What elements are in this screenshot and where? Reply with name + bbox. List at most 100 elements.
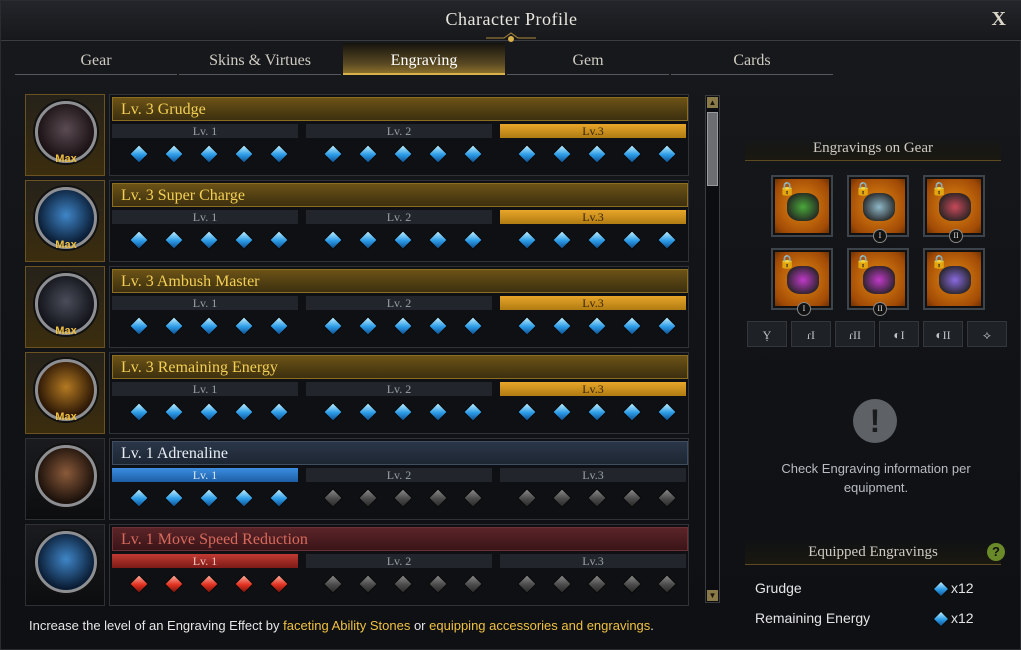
ring-1-icon[interactable]: ◐I: [879, 321, 919, 347]
tab-engraving[interactable]: Engraving: [343, 43, 505, 75]
engraving-node-icon: [358, 316, 378, 336]
engraving-node-icon: [323, 316, 343, 336]
accessory-icon: [939, 266, 971, 294]
info-icon: !: [853, 399, 897, 443]
ability-stone-icon[interactable]: ⟡: [967, 321, 1007, 347]
engraving-row[interactable]: Lv. 1 Adrenaline Lv. 1 Lv. 2 Lv.3: [25, 438, 693, 520]
level-bar: Lv. 1: [112, 468, 298, 482]
engraving-panel: Lv. 3 Ambush Master Lv. 1 Lv. 2 Lv.3: [109, 266, 689, 348]
engraving-node-icon: [552, 574, 572, 594]
engraving-node-icon: [129, 488, 149, 508]
engraving-node-icon: [358, 230, 378, 250]
level-bar: Lv. 2: [306, 210, 492, 224]
engraving-node-icon: [234, 488, 254, 508]
engraving-name: Lv. 3 Grudge: [112, 97, 688, 121]
engraving-node-icon: [323, 402, 343, 422]
necklace-icon[interactable]: Ỵ: [747, 321, 787, 347]
engraving-panel: Lv. 1 Adrenaline Lv. 1 Lv. 2 Lv.3: [109, 438, 689, 520]
engraving-name: Lv. 1 Adrenaline: [112, 441, 688, 465]
engraving-node-icon: [517, 316, 537, 336]
engraving-icon-frame: Max: [25, 352, 105, 434]
ring-1-slot[interactable]: 🔒 I: [771, 248, 833, 316]
engraving-node-icon: [234, 230, 254, 250]
max-label: Max: [55, 239, 77, 251]
ring-2-slot[interactable]: 🔒 II: [847, 248, 909, 316]
help-button[interactable]: ?: [987, 543, 1005, 561]
engraving-node-icon: [657, 488, 677, 508]
engraving-name: Lv. 3 Remaining Energy: [112, 355, 688, 379]
equipped-name-remaining-energy: Remaining Energy: [755, 610, 871, 626]
close-button[interactable]: X: [992, 8, 1006, 31]
earring-1-slot[interactable]: 🔒 I: [847, 175, 909, 243]
engraving-node-icon: [428, 488, 448, 508]
engraving-node-icon: [587, 230, 607, 250]
engraving-node-icon: [463, 574, 483, 594]
engraving-node-icon: [517, 488, 537, 508]
slot-index: II: [873, 302, 887, 316]
engraving-panel: Lv. 3 Remaining Energy Lv. 1 Lv. 2 Lv.3: [109, 352, 689, 434]
scroll-up-icon[interactable]: ▲: [707, 97, 718, 108]
engraving-node-icon: [269, 316, 289, 336]
scroll-down-icon[interactable]: ▼: [707, 590, 718, 601]
engraving-node-icon: [587, 488, 607, 508]
earring-2-slot[interactable]: 🔒 II: [923, 175, 985, 243]
info-text: Check Engraving information per equipmen…: [781, 461, 971, 495]
ability-stone-slot[interactable]: 🔒: [923, 248, 985, 310]
engraving-node-icon: [428, 574, 448, 594]
engraving-node-icon: [428, 402, 448, 422]
tab-cards[interactable]: Cards: [671, 43, 833, 75]
engraving-node-icon: [129, 574, 149, 594]
engraving-node-icon: [393, 402, 413, 422]
earring-1-icon[interactable]: ɾI: [791, 321, 831, 347]
engraving-row[interactable]: Lv. 1 Move Speed Reduction Lv. 1 Lv. 2 Lv.3: [25, 524, 693, 606]
engraving-row[interactable]: Max Lv. 3 Grudge Lv. 1 Lv. 2 Lv.3: [25, 94, 693, 176]
engraving-node-icon: [164, 144, 184, 164]
engraving-node-icon: [517, 402, 537, 422]
earring-2-icon[interactable]: ɾII: [835, 321, 875, 347]
engraving-row[interactable]: Max Lv. 3 Remaining Energy Lv. 1 Lv. 2 Lv.3: [25, 352, 693, 434]
accessory-icon: [787, 266, 819, 294]
necklace-slot[interactable]: 🔒: [771, 175, 833, 237]
engraving-node-icon: [234, 144, 254, 164]
engraving-node-icon: [234, 574, 254, 594]
engraving-node-icon: [587, 316, 607, 336]
engraving-node-icon: [622, 574, 642, 594]
hint-prefix: Increase the level of an Engraving Effec…: [29, 618, 284, 633]
engraving-node-icon: [552, 488, 572, 508]
engraving-hint: Increase the level of an Engraving Effec…: [29, 618, 654, 633]
tab-skins-virtues[interactable]: Skins & Virtues: [179, 43, 341, 75]
adrenaline-icon: [35, 445, 97, 507]
level-bar: Lv.3: [500, 554, 686, 568]
engraving-node-icon: [164, 402, 184, 422]
engraving-node-icon: [323, 230, 343, 250]
level-bar: Lv. 2: [306, 382, 492, 396]
ring-2-icon[interactable]: ◐II: [923, 321, 963, 347]
tab-gem[interactable]: Gem: [507, 43, 669, 75]
title-bar: Character Profile X: [1, 1, 1021, 42]
engraving-node-icon: [552, 316, 572, 336]
engraving-node-icon: [129, 402, 149, 422]
window-title: Character Profile: [445, 9, 578, 29]
engraving-node-icon: [164, 316, 184, 336]
engraving-node-icon: [622, 316, 642, 336]
hint-link-ability-stones[interactable]: faceting Ability Stones: [283, 618, 410, 633]
engraving-node-icon: [517, 574, 537, 594]
scroll-thumb[interactable]: [707, 112, 718, 186]
engraving-node-icon: [428, 316, 448, 336]
tab-gear[interactable]: Gear: [15, 43, 177, 75]
engraving-node-icon: [164, 574, 184, 594]
level-bar: Lv.3: [500, 296, 686, 310]
engraving-list-scrollbar[interactable]: ▲ ▼: [705, 95, 720, 603]
engraving-node-icon: [199, 488, 219, 508]
equipped-engravings-title: Equipped Engravings: [745, 539, 1001, 565]
engraving-node-icon: [463, 402, 483, 422]
engraving-row[interactable]: Max Lv. 3 Super Charge Lv. 1 Lv. 2 Lv.3: [25, 180, 693, 262]
engraving-row[interactable]: Max Lv. 3 Ambush Master Lv. 1 Lv. 2 Lv.3: [25, 266, 693, 348]
engraving-node-icon: [428, 144, 448, 164]
engraving-node-icon: [552, 144, 572, 164]
engraving-node-icon: [129, 316, 149, 336]
hint-link-accessories[interactable]: equipping accessories and engravings: [429, 618, 650, 633]
character-profile-window: Character Profile X Gear Skins & Virtues…: [0, 0, 1021, 650]
engraving-node-icon: [199, 574, 219, 594]
hint-suffix: .: [650, 618, 654, 633]
